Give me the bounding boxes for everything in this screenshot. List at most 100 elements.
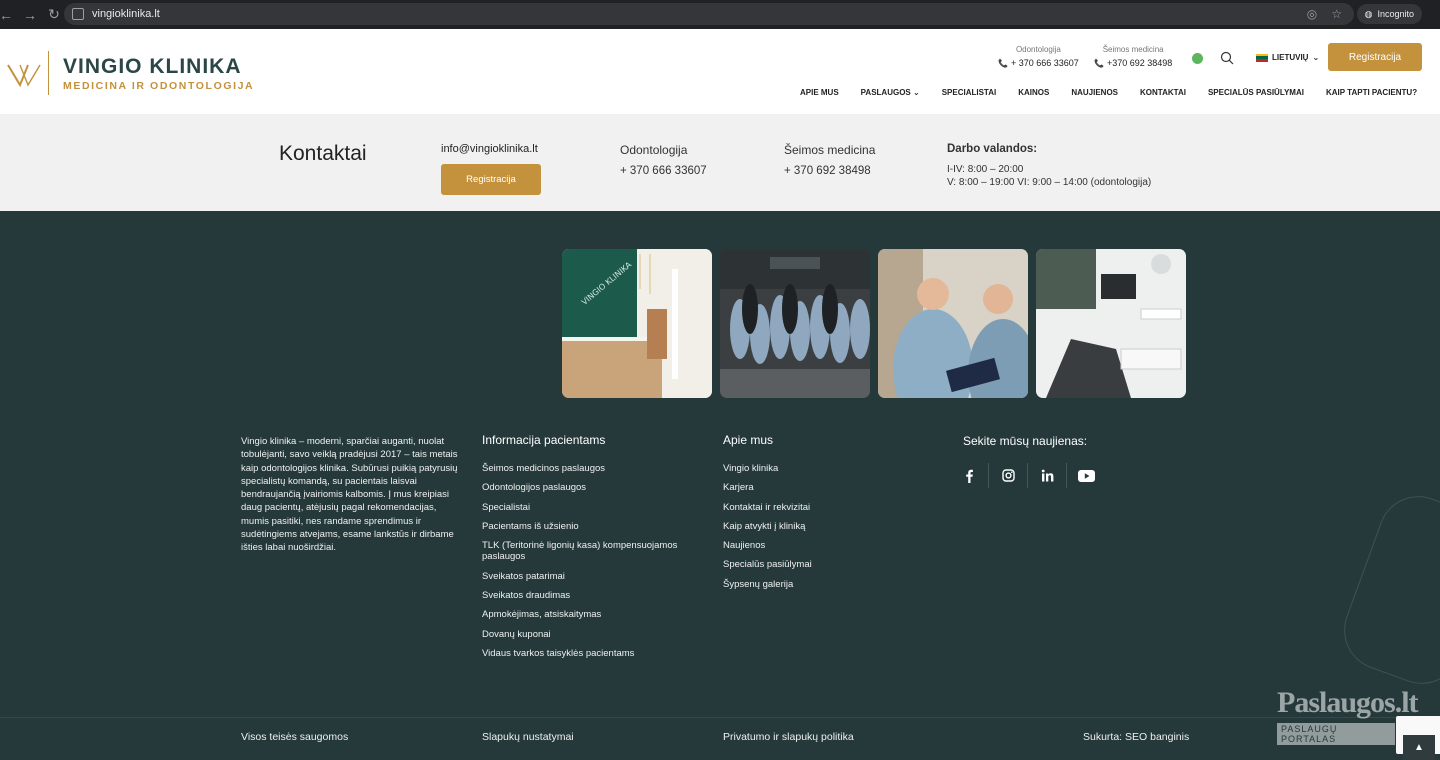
nav-become-patient[interactable]: KAIP TAPTI PACIENTU? bbox=[1326, 88, 1417, 97]
gallery-photo-team[interactable] bbox=[720, 249, 870, 398]
nav-prices[interactable]: KAINOS bbox=[1018, 88, 1049, 97]
contacts-family: Šeimos medicina + 370 692 38498 bbox=[784, 143, 875, 177]
footer-link[interactable]: Sveikatos draudimas bbox=[482, 590, 697, 601]
main-nav: APIE MUS PASLAUGOS ⌄ SPECIALISTAI KAINOS… bbox=[800, 88, 1439, 97]
footer-link[interactable]: Naujienos bbox=[723, 540, 923, 551]
phone-icon: 📞 bbox=[998, 59, 1008, 68]
contacts-family-label: Šeimos medicina bbox=[784, 143, 876, 157]
footer-link[interactable]: Apmokėjimas, atsiskaitymas bbox=[482, 609, 697, 620]
chevron-down-icon: ⌄ bbox=[912, 88, 920, 97]
phone-dental-number: + 370 666 33607 bbox=[1010, 58, 1079, 68]
footer-link[interactable]: Šypsenų galerija bbox=[723, 579, 923, 590]
nav-services[interactable]: PASLAUGOS ⌄ bbox=[861, 88, 920, 97]
contacts-email-link[interactable]: info@vingioklinika.lt bbox=[441, 143, 538, 155]
contacts-dental-phone[interactable]: + 370 666 33607 bbox=[620, 165, 707, 177]
phone-family-label: Šeimos medicina bbox=[1102, 45, 1164, 54]
instagram-icon[interactable] bbox=[989, 463, 1028, 488]
forward-icon[interactable]: → bbox=[18, 7, 42, 23]
footer-rights: Visos teisės saugomos bbox=[241, 731, 349, 743]
hours-line: I-IV: 8:00 – 20:00 bbox=[947, 164, 1024, 175]
hours-line: V: 8:00 – 19:00 VI: 9:00 – 14:00 (odonto… bbox=[947, 177, 1152, 188]
badge-subtitle: PASLAUGŲ PORTALAS bbox=[1277, 723, 1395, 745]
phone-icon: 📞 bbox=[1094, 59, 1104, 68]
star-icon[interactable]: ☆ bbox=[1331, 7, 1342, 21]
nav-services-label: PASLAUGOS bbox=[860, 88, 911, 97]
footer-link[interactable]: Odontologijos paslaugos bbox=[482, 482, 697, 493]
footer-cookie-settings-link[interactable]: Slapukų nustatymai bbox=[482, 731, 574, 743]
nav-special-offers[interactable]: SPECIALŪS PASIŪLYMAI bbox=[1208, 88, 1304, 97]
nav-about[interactable]: APIE MUS bbox=[800, 88, 839, 97]
social-links bbox=[950, 463, 1106, 488]
contacts-dental: Odontologija + 370 666 33607 bbox=[620, 143, 707, 177]
footer-link[interactable]: Vidaus tvarkos taisyklės pacientams bbox=[482, 648, 697, 659]
browser-chrome: ← → ↻ vingioklinika.lt ◎ ☆ ◍ Incognito bbox=[0, 0, 1440, 29]
footer-link[interactable]: Pacientams iš užsienio bbox=[482, 521, 697, 532]
footer-link[interactable]: Dovanų kuponai bbox=[482, 629, 697, 640]
back-icon[interactable]: ← bbox=[0, 7, 18, 23]
footer-link[interactable]: Vingio klinika bbox=[723, 463, 923, 474]
footer-link[interactable]: Šeimos medicinos paslaugos bbox=[482, 463, 697, 474]
footer-link[interactable]: Kaip atvykti į kliniką bbox=[723, 521, 923, 532]
nav-contacts[interactable]: KONTAKTAI bbox=[1140, 88, 1186, 97]
incognito-label: Incognito bbox=[1377, 9, 1414, 19]
footer-link[interactable]: Specialūs pasiūlymai bbox=[723, 559, 923, 570]
site-logo[interactable]: VINGIO KLINIKA MEDICINA IR ODONTOLOGIJA bbox=[6, 51, 254, 95]
incognito-badge[interactable]: ◍ Incognito bbox=[1356, 4, 1422, 24]
logo-mark-icon bbox=[7, 64, 41, 88]
footer-about-text: Vingio klinika – moderni, sparčiai augan… bbox=[241, 436, 458, 554]
url-text: vingioklinika.lt bbox=[92, 8, 160, 20]
site-header: VINGIO KLINIKA MEDICINA IR ODONTOLOGIJA … bbox=[0, 29, 1440, 114]
gallery-photo-doctors[interactable] bbox=[878, 249, 1028, 398]
lithuania-flag-icon bbox=[1256, 53, 1268, 62]
register-button[interactable]: Registracija bbox=[1328, 43, 1422, 71]
linkedin-icon[interactable] bbox=[1028, 463, 1067, 488]
decorative-shape bbox=[1332, 484, 1440, 696]
footer-bottom-bar: Visos teisės saugomos Slapukų nustatymai… bbox=[0, 717, 1440, 760]
photo-gallery: VINGIO KLINIKA bbox=[562, 249, 1186, 398]
footer-follow-heading: Sekite mūsų naujienas: bbox=[963, 434, 1088, 448]
contacts-dental-label: Odontologija bbox=[620, 143, 688, 157]
whatsapp-icon[interactable] bbox=[1192, 53, 1203, 64]
language-selector[interactable]: LIETUVIŲ ⌄ bbox=[1256, 53, 1319, 62]
gallery-photo-reception[interactable]: VINGIO KLINIKA bbox=[562, 249, 712, 398]
footer-link[interactable]: Sveikatos patarimai bbox=[482, 571, 697, 582]
nav-specialists[interactable]: SPECIALISTAI bbox=[942, 88, 997, 97]
footer-patients-heading: Informacija pacientams bbox=[482, 433, 606, 447]
footer-link[interactable]: Kontaktai ir rekvizitai bbox=[723, 502, 923, 513]
language-label: LIETUVIŲ bbox=[1272, 53, 1309, 62]
chevron-up-icon: ▲ bbox=[1414, 742, 1424, 753]
logo-divider bbox=[48, 51, 49, 95]
footer-privacy-link[interactable]: Privatumo ir slapukų politika bbox=[723, 731, 854, 743]
site-info-icon[interactable] bbox=[72, 8, 84, 20]
footer-link[interactable]: Karjera bbox=[723, 482, 923, 493]
chevron-down-icon: ⌄ bbox=[1312, 53, 1320, 62]
phone-dental-label: Odontologija bbox=[1015, 45, 1061, 54]
footer-patients-column: Informacija pacientams Šeimos medicinos … bbox=[482, 433, 697, 667]
contacts-band: Kontaktai info@vingioklinika.lt Registra… bbox=[0, 114, 1440, 211]
scroll-to-top-button[interactable]: ▲ bbox=[1403, 735, 1435, 760]
address-bar[interactable]: vingioklinika.lt ◎ ☆ bbox=[64, 3, 1354, 25]
phone-dental[interactable]: Odontologija 📞 + 370 666 33607 bbox=[998, 45, 1079, 68]
eye-off-icon[interactable]: ◎ bbox=[1307, 7, 1317, 21]
contacts-title: Kontaktai bbox=[279, 142, 367, 165]
footer-link[interactable]: TLK (Teritorinė ligonių kasa) kompensuoj… bbox=[482, 540, 697, 563]
reload-icon[interactable]: ↻ bbox=[42, 6, 66, 23]
phone-family[interactable]: Šeimos medicina 📞 +370 692 38498 bbox=[1094, 45, 1172, 68]
badge-title: Paslaugos.lt bbox=[1277, 686, 1419, 719]
contacts-family-phone[interactable]: + 370 692 38498 bbox=[784, 165, 875, 177]
hours-title: Darbo valandos: bbox=[947, 143, 1038, 155]
working-hours: Darbo valandos: I-IV: 8:00 – 20:00 V: 8:… bbox=[947, 143, 1151, 188]
facebook-icon[interactable] bbox=[950, 463, 989, 488]
footer-about-heading: Apie mus bbox=[723, 433, 774, 447]
footer-made-by-link[interactable]: Sukurta: SEO banginis bbox=[1083, 731, 1189, 743]
search-icon[interactable] bbox=[1220, 51, 1234, 65]
youtube-icon[interactable] bbox=[1067, 463, 1106, 488]
gallery-photo-dental-chair[interactable] bbox=[1036, 249, 1186, 398]
logo-subtitle: MEDICINA IR ODONTOLOGIJA bbox=[63, 79, 255, 92]
footer-link[interactable]: Specialistai bbox=[482, 502, 697, 513]
contacts-register-button[interactable]: Registracija bbox=[441, 164, 541, 195]
logo-title: VINGIO KLINIKA bbox=[63, 54, 242, 78]
incognito-icon: ◍ bbox=[1364, 8, 1373, 19]
phone-family-number: +370 692 38498 bbox=[1106, 58, 1173, 68]
nav-news[interactable]: NAUJIENOS bbox=[1071, 88, 1118, 97]
